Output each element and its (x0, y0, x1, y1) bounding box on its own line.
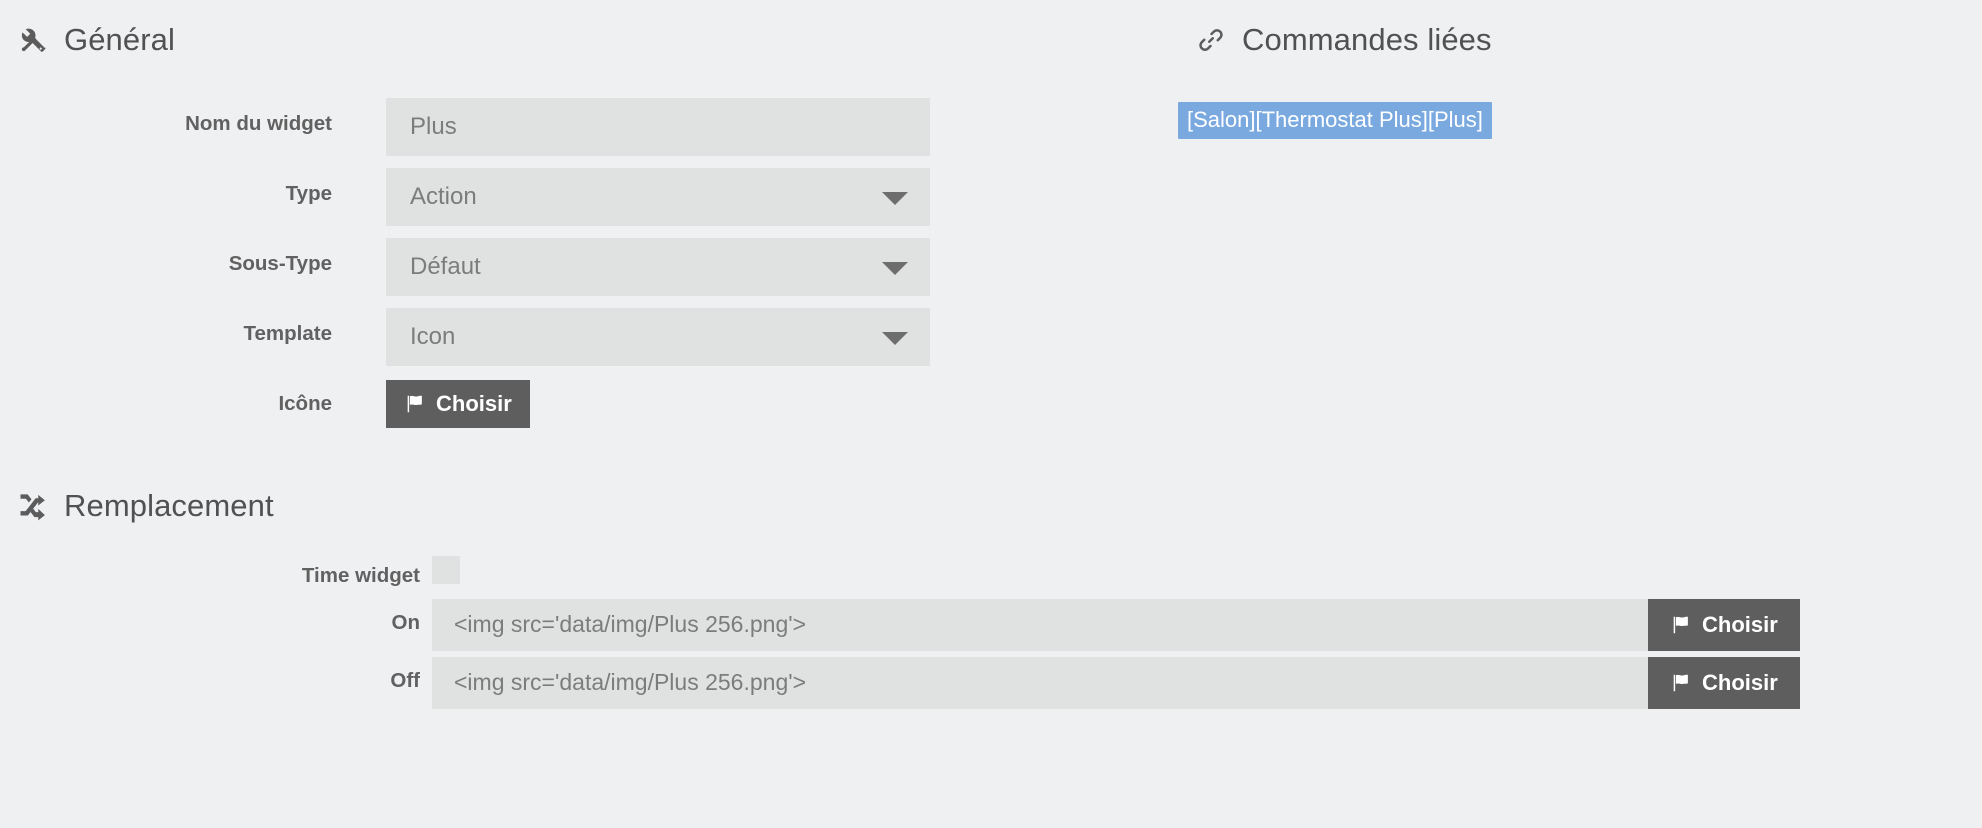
form-row-on: On <img src='data/img/Plus 256.png'> Cho… (0, 598, 1850, 651)
widget-name-label: Nom du widget (185, 112, 332, 135)
replacement-section-header: Remplacement (18, 488, 274, 524)
sub-type-select[interactable]: Défaut (386, 238, 930, 296)
wrench-icon (18, 25, 48, 55)
on-choose-button[interactable]: Choisir (1648, 598, 1800, 651)
off-choose-button-label: Choisir (1702, 669, 1778, 695)
form-row-type: Type Action (0, 168, 930, 226)
template-control: Icon (386, 308, 930, 366)
on-label: On (391, 610, 420, 634)
general-form: Nom du widget Plus Type Action Sous-Type… (0, 98, 930, 440)
shuffle-icon (18, 491, 48, 521)
sub-type-label: Sous-Type (228, 252, 332, 275)
form-row-template: Template Icon (0, 308, 930, 366)
widget-name-input[interactable]: Plus (386, 98, 930, 156)
time-widget-control (432, 556, 460, 584)
icon-choose-button-label: Choisir (436, 391, 512, 416)
linked-commands-section-header: Commandes liées (1196, 22, 1492, 58)
icon-label: Icône (278, 392, 332, 415)
on-choose-button-label: Choisir (1702, 611, 1778, 637)
off-field-group: <img src='data/img/Plus 256.png'> Choisi… (432, 656, 1800, 709)
form-row-sub-type: Sous-Type Défaut (0, 238, 930, 296)
time-widget-checkbox[interactable] (432, 556, 460, 584)
replacement-section-title: Remplacement (64, 488, 274, 523)
form-row-widget-name: Nom du widget Plus (0, 98, 930, 156)
linked-commands-list: [Salon][Thermostat Plus][Plus] (1178, 102, 1492, 140)
off-choose-button[interactable]: Choisir (1648, 656, 1800, 709)
on-field-group: <img src='data/img/Plus 256.png'> Choisi… (432, 598, 1800, 651)
flag-icon (1670, 672, 1692, 694)
type-control: Action (386, 168, 930, 226)
template-label: Template (243, 322, 332, 345)
flag-icon (1670, 614, 1692, 636)
off-input[interactable]: <img src='data/img/Plus 256.png'> (432, 656, 1648, 709)
template-select[interactable]: Icon (386, 308, 930, 366)
link-icon (1196, 25, 1226, 55)
off-control: <img src='data/img/Plus 256.png'> Choisi… (432, 656, 1800, 709)
form-row-icon: Icône Choisir (0, 378, 930, 428)
linked-commands-section-title: Commandes liées (1242, 22, 1492, 57)
general-section-title: Général (64, 22, 175, 57)
on-input[interactable]: <img src='data/img/Plus 256.png'> (432, 598, 1648, 651)
on-control: <img src='data/img/Plus 256.png'> Choisi… (432, 598, 1800, 651)
replacement-form: Time widget On <img src='data/img/Plus 2… (0, 556, 1850, 709)
type-select[interactable]: Action (386, 168, 930, 226)
flag-icon (404, 393, 426, 415)
sub-type-control: Défaut (386, 238, 930, 296)
linked-command-badge[interactable]: [Salon][Thermostat Plus][Plus] (1178, 102, 1492, 140)
time-widget-label: Time widget (301, 564, 420, 587)
icon-control: Choisir (386, 378, 530, 428)
icon-choose-button[interactable]: Choisir (386, 380, 530, 428)
widget-name-control: Plus (386, 98, 930, 156)
type-label: Type (285, 182, 332, 205)
general-section-header: Général (18, 22, 175, 58)
form-row-off: Off <img src='data/img/Plus 256.png'> Ch… (0, 656, 1850, 709)
form-row-time-widget: Time widget (0, 556, 1850, 589)
off-label: Off (390, 668, 420, 692)
